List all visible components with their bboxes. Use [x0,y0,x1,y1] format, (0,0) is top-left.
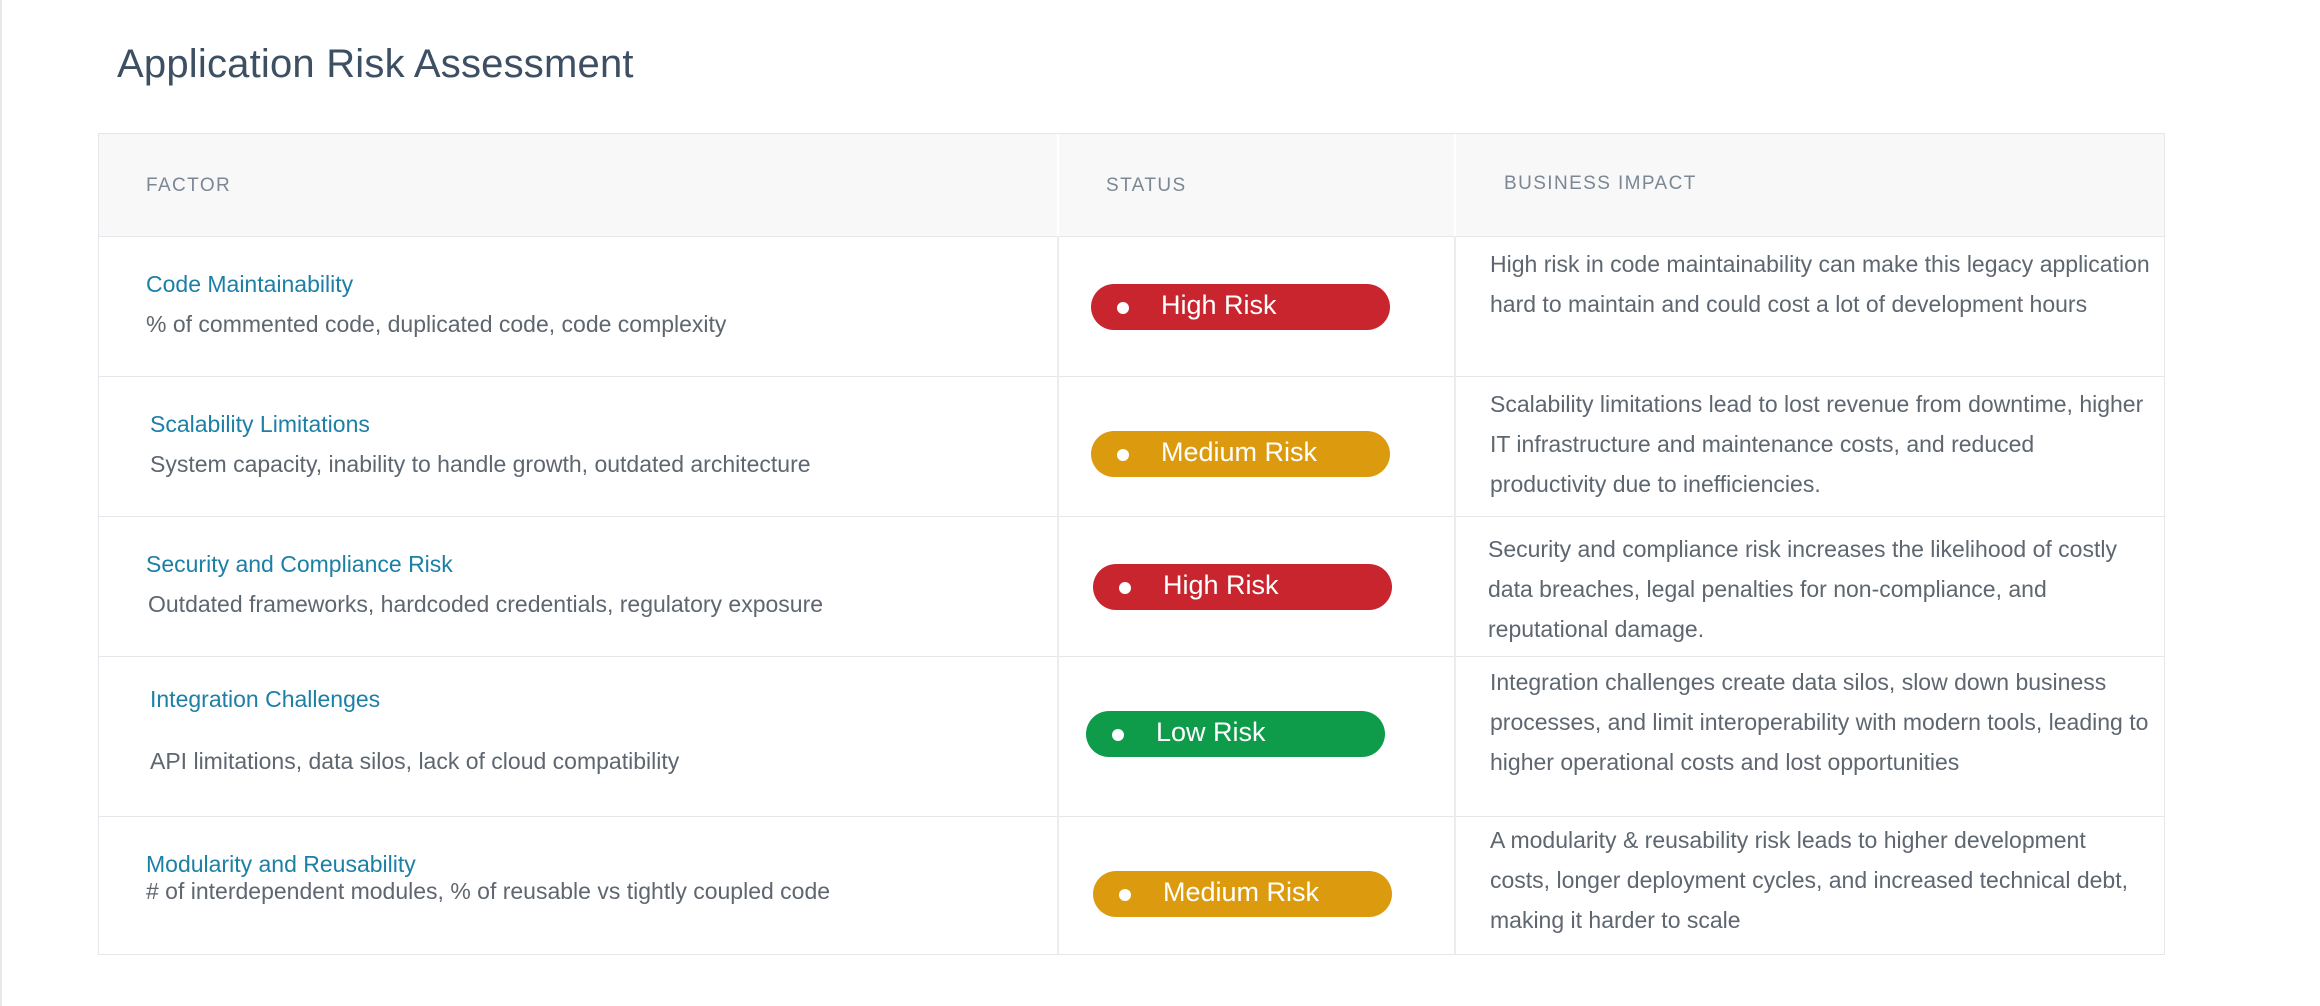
factor-title: Integration Challenges [150,686,381,712]
table-row: Modularity and Reusability # of interdep… [99,816,2164,954]
status-dot-icon [1119,889,1131,901]
factor-title: Modularity and Reusability [146,851,416,877]
header-factor: FACTOR [146,175,232,196]
factor-description: System capacity, inability to handle gro… [150,451,811,477]
status-dot-icon [1117,449,1129,461]
status-label: Medium Risk [1163,877,1320,907]
status-badge: Low Risk [1086,711,1385,757]
header-status: STATUS [1106,175,1187,196]
table-row: Security and Compliance Risk Outdated fr… [99,516,2164,657]
risk-assessment-table: FACTOR STATUS BUSINESS IMPACT Code Maint… [98,133,2165,955]
business-impact-text: Scalability limitations lead to lost rev… [1490,391,2144,497]
status-dot-icon [1119,582,1131,594]
status-badge: Medium Risk [1093,871,1392,917]
page-title: Application Risk Assessment [117,42,634,86]
business-impact-text: Integration challenges create data silos… [1490,669,2149,775]
status-label: High Risk [1161,290,1277,320]
table-row: Code Maintainability % of commented code… [99,236,2164,377]
status-badge: High Risk [1093,564,1392,610]
table-row: Integration Challenges API limitations, … [99,656,2164,817]
status-label: High Risk [1163,570,1279,600]
status-badge: Medium Risk [1091,431,1390,477]
factor-title: Scalability Limitations [150,411,370,437]
business-impact-text: High risk in code maintainability can ma… [1490,251,2150,317]
factor-title: Code Maintainability [146,271,354,297]
factor-description: Outdated frameworks, hardcoded credentia… [148,591,824,617]
status-label: Low Risk [1156,717,1266,747]
header-business-impact: BUSINESS IMPACT [1504,173,1697,194]
status-label: Medium Risk [1161,437,1318,467]
status-dot-icon [1117,302,1129,314]
factor-description: % of commented code, duplicated code, co… [146,311,727,337]
factor-description: # of interdependent modules, % of reusab… [146,878,831,904]
factor-description: API limitations, data silos, lack of clo… [150,748,680,774]
window-left-border [0,0,2,1006]
business-impact-text: A modularity & reusability risk leads to… [1490,827,2128,933]
table-row: Scalability Limitations System capacity,… [99,376,2164,517]
factor-title: Security and Compliance Risk [146,551,453,577]
status-badge: High Risk [1091,284,1390,330]
table-header: FACTOR STATUS BUSINESS IMPACT [99,134,2164,237]
business-impact-text: Security and compliance risk increases t… [1488,536,2117,642]
status-dot-icon [1112,729,1124,741]
